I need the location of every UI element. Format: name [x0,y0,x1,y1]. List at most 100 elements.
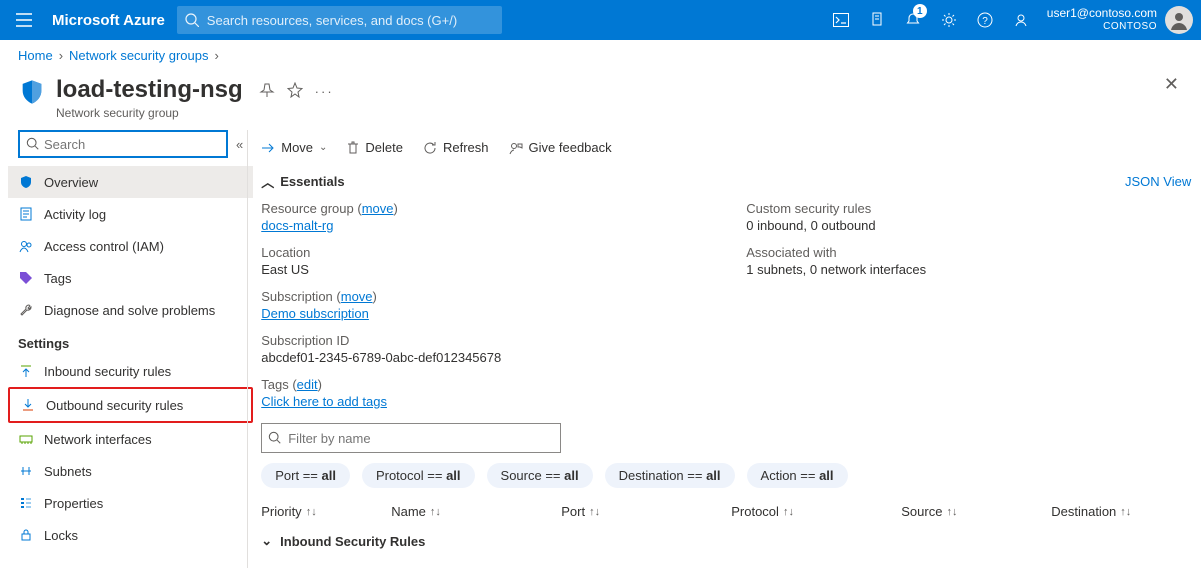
col-name[interactable]: Name↑↓ [391,504,561,519]
account-info[interactable]: user1@contoso.com CONTOSO [1047,7,1157,32]
col-port[interactable]: Port↑↓ [561,504,731,519]
wrench-icon [18,302,34,318]
subscription-id-label: Subscription ID [261,333,706,348]
json-view-link[interactable]: JSON View [1125,174,1191,189]
sidebar-section-settings: Settings [8,326,253,355]
subscription-value-link[interactable]: Demo subscription [261,306,369,321]
group-inbound-rules[interactable]: ⌄ Inbound Security Rules [261,533,1191,549]
group-inbound-label: Inbound Security Rules [280,534,425,549]
feedback-icon[interactable] [1003,0,1039,40]
col-destination[interactable]: Destination↑↓ [1051,504,1191,519]
pill-protocol[interactable]: Protocol == all [362,463,475,488]
delete-button[interactable]: Delete [347,140,403,155]
col-protocol[interactable]: Protocol↑↓ [731,504,901,519]
custom-rules-value: 0 inbound, 0 outbound [746,218,1191,233]
essentials-grid: Resource group (move) docs-malt-rg Custo… [261,201,1191,409]
sidebar-item-locks[interactable]: Locks [8,519,253,551]
outbound-icon [20,397,36,413]
brand[interactable]: Microsoft Azure [52,12,165,29]
tag-icon [18,270,34,286]
account-tenant: CONTOSO [1103,21,1157,33]
rg-move-link[interactable]: move [362,201,394,216]
more-icon[interactable]: ··· [315,84,334,99]
tags-label: Tags [261,377,288,392]
sidebar-item-label: Properties [44,496,103,511]
chevron-right-icon: › [59,48,63,63]
essentials-toggle[interactable]: ︿ Essentials [261,172,344,191]
main-content: Move ⌄ Delete Refresh Give feedback ︿ Es… [253,130,1201,568]
sidebar-item-label: Overview [44,175,98,190]
sidebar: « Overview Activity log Access control (… [0,130,253,568]
sidebar-item-tags[interactable]: Tags [8,262,253,294]
move-button[interactable]: Move ⌄ [261,140,327,155]
close-icon[interactable]: ✕ [1164,74,1179,95]
arrow-right-icon [261,142,275,154]
sort-icon: ↑↓ [306,506,317,518]
star-icon[interactable] [287,82,303,101]
hamburger-icon[interactable] [8,4,40,36]
rg-value-link[interactable]: docs-malt-rg [261,218,333,233]
trash-icon [347,141,359,155]
sort-icon: ↑↓ [1120,506,1131,518]
sidebar-item-label: Inbound security rules [44,364,171,379]
sidebar-item-label: Tags [44,271,71,286]
shield-icon [18,78,46,106]
col-source[interactable]: Source↑↓ [901,504,1051,519]
sidebar-search-input[interactable] [18,130,228,158]
settings-gear-icon[interactable] [931,0,967,40]
sidebar-item-label: Network interfaces [44,432,152,447]
page-title: load-testing-nsg [56,76,243,104]
sidebar-item-diagnose[interactable]: Diagnose and solve problems [8,294,253,326]
resource-type-label: Network security group [56,106,243,120]
sidebar-item-network-interfaces[interactable]: Network interfaces [8,423,253,455]
collapse-sidebar-icon[interactable]: « [236,137,243,152]
sidebar-item-label: Access control (IAM) [44,239,164,254]
vertical-divider [247,130,248,568]
account-email: user1@contoso.com [1047,7,1157,21]
avatar[interactable] [1165,6,1193,34]
pill-port[interactable]: Port == all [261,463,350,488]
filter-by-name-input[interactable] [261,423,561,453]
sidebar-item-inbound-rules[interactable]: Inbound security rules [8,355,253,387]
associated-value: 1 subnets, 0 network interfaces [746,262,1191,277]
notifications-icon[interactable]: 1 [895,0,931,40]
sidebar-item-overview[interactable]: Overview [8,166,253,198]
search-icon [185,13,199,27]
sidebar-item-properties[interactable]: Properties [8,487,253,519]
directory-filter-icon[interactable] [859,0,895,40]
refresh-icon [423,141,437,155]
tags-add-link[interactable]: Click here to add tags [261,394,387,409]
sidebar-item-outbound-rules[interactable]: Outbound security rules [10,389,251,421]
sidebar-item-iam[interactable]: Access control (IAM) [8,230,253,262]
feedback-button[interactable]: Give feedback [509,140,612,155]
pill-action[interactable]: Action == all [747,463,848,488]
notifications-badge: 1 [913,4,927,18]
chevron-right-icon: › [214,48,218,63]
pill-source[interactable]: Source == all [487,463,593,488]
sidebar-item-label: Outbound security rules [46,398,183,413]
sidebar-item-activity-log[interactable]: Activity log [8,198,253,230]
pin-icon[interactable] [259,82,275,101]
properties-icon [18,495,34,511]
refresh-label: Refresh [443,140,489,155]
col-priority[interactable]: Priority↑↓ [261,504,391,519]
chevron-down-icon: ⌄ [319,142,327,153]
global-search[interactable]: Search resources, services, and docs (G+… [177,6,502,34]
sort-icon: ↑↓ [946,506,957,518]
refresh-button[interactable]: Refresh [423,140,489,155]
sidebar-item-subnets[interactable]: Subnets [8,455,253,487]
topbar: Microsoft Azure Search resources, servic… [0,0,1201,40]
lock-icon [18,527,34,543]
highlight-outbound: Outbound security rules [8,387,253,423]
inbound-icon [18,363,34,379]
tags-edit-link[interactable]: edit [297,377,318,392]
person-feedback-icon [509,141,523,155]
breadcrumb-home[interactable]: Home [18,48,53,63]
cloud-shell-icon[interactable] [823,0,859,40]
rg-label: Resource group [261,201,354,216]
subscription-move-link[interactable]: move [341,289,373,304]
pill-destination[interactable]: Destination == all [605,463,735,488]
breadcrumb-nsg[interactable]: Network security groups [69,48,208,63]
help-icon[interactable]: ? [967,0,1003,40]
chevron-up-icon: ︿ [261,172,274,191]
